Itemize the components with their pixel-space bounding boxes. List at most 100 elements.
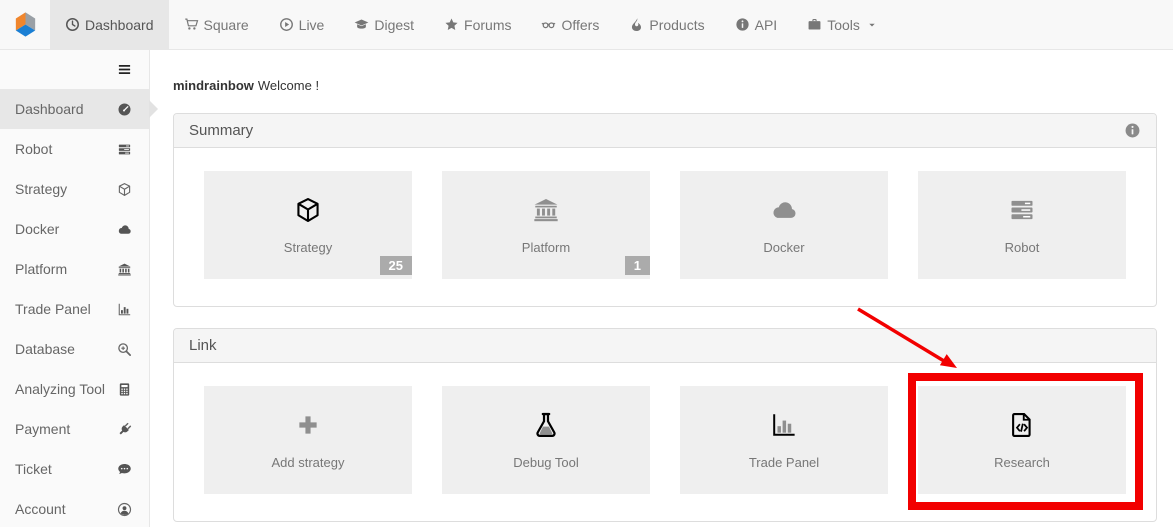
graduation-cap-icon	[354, 17, 369, 32]
nav-item-forums[interactable]: Forums	[429, 0, 526, 49]
clock-icon	[65, 17, 80, 32]
nav-item-tools[interactable]: Tools	[792, 0, 892, 49]
nav-item-square[interactable]: Square	[169, 0, 264, 49]
welcome-message: mindrainbow Welcome !	[173, 78, 1157, 94]
link-panel: Link Add strategy Debug Tool Trade Panel	[173, 328, 1157, 522]
nav-item-offers[interactable]: Offers	[526, 0, 614, 49]
sidebar-item-trade-panel[interactable]: Trade Panel	[0, 289, 149, 329]
sidebar-label: Payment	[15, 421, 71, 437]
sidebar-label: Strategy	[15, 181, 68, 197]
sidebar-label: Account	[15, 501, 66, 517]
bar-chart-icon	[770, 411, 798, 439]
summary-panel-header: Summary	[174, 114, 1156, 148]
sidebar-item-docker[interactable]: Docker	[0, 209, 149, 249]
tile-platform[interactable]: Platform 1	[442, 171, 650, 279]
sidebar-item-payment[interactable]: Payment	[0, 409, 149, 449]
nav-label: Offers	[561, 16, 600, 33]
panel-title: Summary	[189, 122, 254, 139]
plug-icon	[117, 422, 132, 437]
nav-label: Live	[298, 16, 325, 33]
count-badge: 1	[624, 256, 650, 275]
username-text: mindrainbow	[173, 78, 254, 93]
tile-label: Trade Panel	[748, 454, 820, 470]
cube-icon	[294, 196, 322, 224]
glasses-icon	[541, 17, 556, 32]
sidebar-item-robot[interactable]: Robot	[0, 129, 149, 169]
nav-label: Products	[649, 16, 705, 33]
sidebar: Dashboard Robot Strategy Docker Platform…	[0, 50, 158, 527]
play-circle-icon	[279, 17, 294, 32]
tasks-icon	[117, 142, 132, 157]
sidebar-item-ticket[interactable]: Ticket	[0, 449, 149, 489]
sidebar-item-analyzing-tool[interactable]: Analyzing Tool	[0, 369, 149, 409]
fire-icon	[629, 17, 644, 32]
nav-item-products[interactable]: Products	[614, 0, 719, 49]
fmz-cube-logo-icon	[11, 10, 40, 39]
nav-label: Square	[203, 16, 249, 33]
tasks-icon	[1008, 196, 1036, 224]
app-root: Dashboard Square Live Digest Forums Offe…	[0, 0, 1173, 527]
sidebar-item-strategy[interactable]: Strategy	[0, 169, 149, 209]
brand-logo[interactable]	[0, 0, 50, 49]
gauge-icon	[117, 102, 132, 117]
nav-item-live[interactable]: Live	[264, 0, 340, 49]
nav-item-api[interactable]: API	[720, 0, 793, 49]
comment-icon	[117, 462, 132, 477]
tile-strategy[interactable]: Strategy 25	[204, 171, 412, 279]
count-badge: 25	[379, 256, 412, 275]
link-panel-body: Add strategy Debug Tool Trade Panel Rese…	[174, 363, 1156, 521]
sidebar-label: Ticket	[15, 461, 52, 477]
bank-icon	[532, 196, 560, 224]
tile-label: Debug Tool	[513, 454, 579, 470]
star-icon	[444, 17, 459, 32]
file-code-icon	[1008, 411, 1036, 439]
nav-label: Tools	[827, 16, 860, 33]
sidebar-label: Robot	[15, 141, 53, 157]
sidebar-item-platform[interactable]: Platform	[0, 249, 149, 289]
plus-icon	[294, 411, 322, 439]
nav-label: API	[754, 16, 778, 33]
calculator-icon	[117, 382, 132, 397]
caret-down-icon	[865, 17, 877, 33]
sidebar-label: Analyzing Tool	[15, 381, 106, 397]
sidebar-label: Platform	[15, 261, 68, 277]
sidebar-label: Dashboard	[15, 101, 84, 117]
tile-add-strategy[interactable]: Add strategy	[204, 386, 412, 494]
nav-label: Forums	[464, 16, 512, 33]
panel-title: Link	[189, 337, 217, 354]
hamburger-icon	[117, 62, 132, 77]
tile-trade-panel[interactable]: Trade Panel	[680, 386, 888, 494]
link-panel-header: Link	[174, 329, 1156, 363]
tile-label: Add strategy	[271, 454, 345, 470]
info-circle-icon	[735, 17, 750, 32]
sidebar-item-dashboard[interactable]: Dashboard	[0, 89, 158, 129]
sidebar-label: Trade Panel	[15, 301, 91, 317]
summary-panel: Summary Strategy 25 Platform 1 Docker Ro…	[173, 113, 1157, 307]
tile-label: Robot	[1004, 239, 1040, 255]
tile-docker[interactable]: Docker	[680, 171, 888, 279]
greeting-text: Welcome !	[257, 78, 320, 93]
sidebar-item-account[interactable]: Account	[0, 489, 149, 527]
tile-robot[interactable]: Robot	[918, 171, 1126, 279]
summary-panel-body: Strategy 25 Platform 1 Docker Robot	[174, 148, 1156, 306]
tile-research[interactable]: Research	[918, 386, 1126, 494]
tile-debug-tool[interactable]: Debug Tool	[442, 386, 650, 494]
sidebar-item-database[interactable]: Database	[0, 329, 149, 369]
bank-icon	[117, 262, 132, 277]
sidebar-label: Database	[15, 341, 75, 357]
nav-item-digest[interactable]: Digest	[339, 0, 429, 49]
user-circle-icon	[117, 502, 132, 517]
briefcase-icon	[807, 17, 822, 32]
info-icon[interactable]	[1124, 122, 1141, 139]
nav-label: Digest	[374, 16, 415, 33]
search-plus-icon	[117, 342, 132, 357]
sidebar-toggle-button[interactable]	[0, 50, 149, 89]
tile-label: Strategy	[283, 239, 333, 255]
tile-label: Docker	[763, 239, 805, 255]
tile-label: Platform	[521, 239, 571, 255]
bar-chart-icon	[117, 302, 132, 317]
nav-item-dashboard[interactable]: Dashboard	[50, 0, 169, 49]
sidebar-label: Docker	[15, 221, 60, 237]
cloud-icon	[117, 222, 132, 237]
main-content: mindrainbow Welcome ! Summary Strategy 25…	[150, 50, 1173, 527]
